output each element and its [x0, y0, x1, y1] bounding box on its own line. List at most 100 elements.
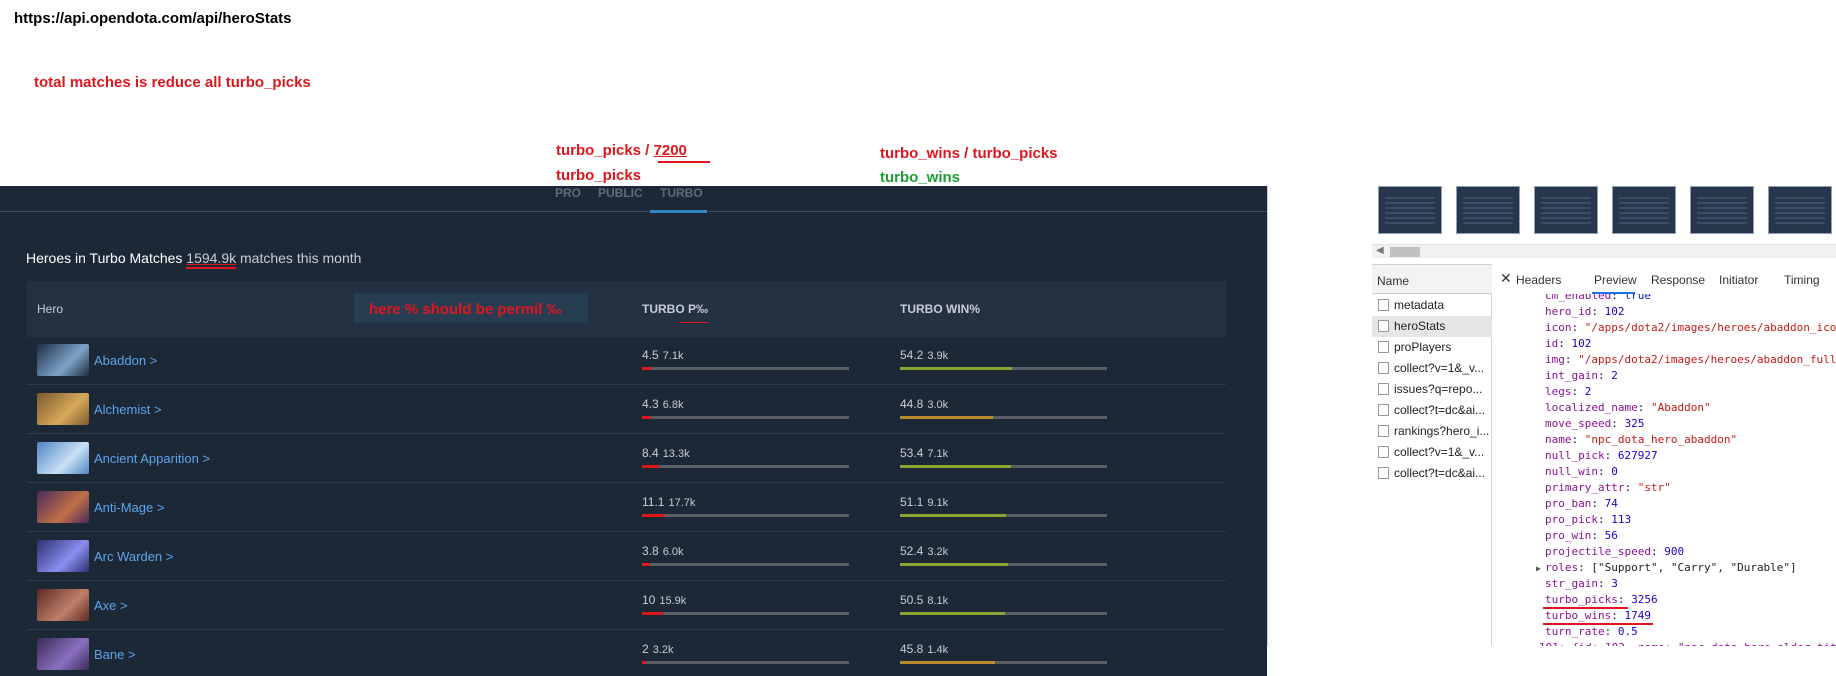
- network-request-item[interactable]: heroStats: [1372, 316, 1492, 337]
- json-property[interactable]: str_gain: 3: [1545, 577, 1618, 590]
- json-property[interactable]: int_gain: 2: [1545, 369, 1618, 382]
- request-checkbox[interactable]: [1378, 320, 1389, 332]
- hero-name-link[interactable]: Axe >: [94, 598, 128, 613]
- json-property[interactable]: id: 102: [1545, 337, 1591, 350]
- json-property[interactable]: projectile_speed: 900: [1545, 545, 1684, 558]
- hero-name-link[interactable]: Bane >: [94, 647, 136, 662]
- film-frame[interactable]: [1768, 186, 1832, 234]
- hero-portrait[interactable]: [37, 442, 89, 474]
- expand-triangle-icon[interactable]: ▶: [1528, 644, 1533, 646]
- tab-response[interactable]: Response: [1651, 273, 1705, 287]
- hero-name-link[interactable]: Anti-Mage >: [94, 500, 164, 515]
- scroll-left-icon[interactable]: ◀: [1376, 245, 1384, 256]
- json-property[interactable]: name: "npc_dota_hero_abaddon": [1545, 433, 1737, 446]
- json-property[interactable]: null_pick: 627927: [1545, 449, 1658, 462]
- json-value: 102: [1604, 305, 1625, 318]
- scroll-thumb[interactable]: [1390, 247, 1420, 257]
- network-request-item[interactable]: collect?t=dc&ai...: [1372, 463, 1492, 484]
- tab-headers[interactable]: Headers: [1516, 273, 1561, 287]
- json-property[interactable]: roles: ["Support", "Carry", "Durable"]: [1545, 561, 1797, 574]
- network-request-item[interactable]: collect?v=1&_v...: [1372, 442, 1492, 463]
- film-frame[interactable]: [1378, 186, 1442, 234]
- network-request-item[interactable]: rankings?hero_i...: [1372, 421, 1492, 442]
- request-name: metadata: [1394, 298, 1445, 312]
- json-property[interactable]: localized_name: "Abaddon": [1545, 401, 1711, 414]
- total-matches-note: total matches is reduce all turbo_picks: [34, 74, 311, 91]
- json-property[interactable]: pro_ban: 74: [1545, 497, 1618, 510]
- json-property[interactable]: turn_rate: 0.5: [1545, 625, 1638, 638]
- json-property[interactable]: cm_enabled: true: [1545, 294, 1651, 302]
- json-next-entry[interactable]: ▶ 101: {id: 103, name: "npc_dota_hero_eld…: [1528, 641, 1836, 646]
- hero-portrait[interactable]: [37, 638, 89, 670]
- table-row: Bane > 2 3.2k 45.8 1.4k: [27, 631, 1226, 676]
- json-property[interactable]: pro_pick: 113: [1545, 513, 1631, 526]
- hero-portrait[interactable]: [37, 589, 89, 621]
- json-property[interactable]: move_speed: 325: [1545, 417, 1644, 430]
- json-property[interactable]: pro_win: 56: [1545, 529, 1618, 542]
- hero-portrait[interactable]: [37, 344, 89, 376]
- pick-value: 10 15.9k: [642, 593, 686, 607]
- request-checkbox[interactable]: [1378, 383, 1389, 395]
- json-property[interactable]: turbo_wins: 1749: [1545, 609, 1651, 622]
- json-value: 0.5: [1617, 625, 1638, 638]
- request-checkbox[interactable]: [1378, 425, 1389, 437]
- tab-public[interactable]: PUBLIC: [598, 186, 643, 200]
- request-checkbox[interactable]: [1378, 341, 1389, 353]
- tab-timing[interactable]: Timing: [1784, 273, 1820, 287]
- pick-bar-fill: [642, 416, 651, 419]
- film-frame[interactable]: [1534, 186, 1598, 234]
- json-property[interactable]: hero_id: 102: [1545, 305, 1624, 318]
- close-icon[interactable]: ✕: [1500, 270, 1512, 287]
- film-frame[interactable]: [1612, 186, 1676, 234]
- json-property[interactable]: primary_attr: "str": [1545, 481, 1671, 494]
- hero-portrait[interactable]: [37, 393, 89, 425]
- hero-portrait[interactable]: [37, 540, 89, 572]
- film-frame[interactable]: [1456, 186, 1520, 234]
- table-row: Axe > 10 15.9k 50.5 8.1k: [27, 582, 1226, 630]
- tab-preview[interactable]: Preview: [1594, 273, 1637, 287]
- col-turbo-win[interactable]: TURBO WIN%: [900, 302, 980, 316]
- tab-initiator[interactable]: Initiator: [1719, 273, 1758, 287]
- json-property[interactable]: legs: 2: [1545, 385, 1591, 398]
- json-property[interactable]: turbo_picks: 3256: [1545, 593, 1658, 606]
- col-hero[interactable]: Hero: [37, 302, 63, 316]
- hero-name-link[interactable]: Abaddon >: [94, 353, 157, 368]
- network-request-item[interactable]: metadata: [1372, 295, 1492, 316]
- hero-portrait[interactable]: [37, 491, 89, 523]
- win-bar-track: [900, 367, 1107, 370]
- win-bar-fill: [900, 367, 1013, 370]
- film-frame[interactable]: [1690, 186, 1754, 234]
- hero-name-link[interactable]: Ancient Apparition >: [94, 451, 210, 466]
- turbo-wins-note: turbo_wins: [880, 169, 961, 186]
- request-checkbox[interactable]: [1378, 299, 1389, 311]
- network-request-item[interactable]: collect?t=dc&ai...: [1372, 400, 1492, 421]
- json-property[interactable]: null_win: 0: [1545, 465, 1618, 478]
- json-property[interactable]: icon: "/apps/dota2/images/heroes/abaddon…: [1545, 321, 1836, 334]
- json-key: roles: [1545, 561, 1579, 574]
- json-key: primary_attr: [1545, 481, 1625, 494]
- hero-name-link[interactable]: Alchemist >: [94, 402, 162, 417]
- name-column-header[interactable]: Name: [1372, 264, 1492, 294]
- request-checkbox[interactable]: [1378, 404, 1389, 416]
- pick-bar-track: [642, 661, 849, 664]
- network-request-item[interactable]: collect?v=1&_v...: [1372, 358, 1492, 379]
- tab-pro[interactable]: PRO: [555, 186, 581, 200]
- table-row: Anti-Mage > 11.1 17.7k 51.1 9.1k: [27, 484, 1226, 532]
- json-property[interactable]: img: "/apps/dota2/images/heroes/abaddon_…: [1545, 353, 1836, 366]
- request-checkbox[interactable]: [1378, 467, 1389, 479]
- pick-rate: 4.5: [642, 348, 659, 362]
- hero-name-link[interactable]: Arc Warden >: [94, 549, 173, 564]
- tab-turbo[interactable]: TURBO: [660, 186, 703, 200]
- expand-triangle-icon[interactable]: ▶: [1536, 564, 1541, 573]
- network-request-item[interactable]: issues?q=repo...: [1372, 379, 1492, 400]
- filmstrip-scrollbar[interactable]: ◀: [1372, 244, 1836, 258]
- permil-note-box: here % should be permil ‰: [354, 293, 588, 323]
- network-request-item[interactable]: proPlayers: [1372, 337, 1492, 358]
- json-value: true: [1624, 294, 1651, 302]
- heading-suffix: matches this month: [240, 250, 362, 266]
- request-checkbox[interactable]: [1378, 446, 1389, 458]
- col-turbo-pick[interactable]: TURBO P‰: [642, 302, 708, 316]
- request-checkbox[interactable]: [1378, 362, 1389, 374]
- request-name: heroStats: [1394, 319, 1446, 333]
- win-count: 3.9k: [927, 350, 949, 362]
